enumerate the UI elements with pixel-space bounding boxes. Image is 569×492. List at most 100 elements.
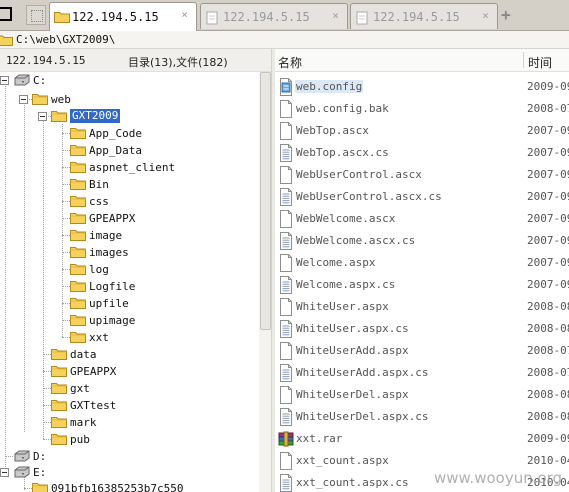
scrollbar-thumb[interactable] (260, 72, 271, 330)
tree-item-label: E: (33, 466, 47, 479)
collapse-toggle[interactable] (0, 468, 9, 477)
file-time: 2008-08 (527, 322, 569, 335)
tree-folder-item[interactable]: aspnet_client (0, 159, 259, 175)
file-row[interactable]: WebUserControl.ascx.cs 2007-09 (275, 185, 569, 207)
file-time: 2008-07 (527, 102, 569, 115)
drive-icon (14, 466, 30, 478)
tree-folder-item[interactable]: App_Data (0, 142, 259, 158)
file-row[interactable]: xxt.rar 2009-09 (275, 427, 569, 449)
collapse-toggle[interactable] (19, 95, 28, 104)
tab-label: 122.194.5.15 (72, 10, 159, 24)
file-name: xxt.rar (296, 432, 343, 445)
tree-folder-item[interactable]: image (0, 227, 259, 243)
tree-drive-item[interactable]: C: (0, 72, 259, 88)
folder-icon (54, 12, 70, 23)
tree-folder-item[interactable]: data (0, 346, 259, 362)
tree-item-label: log (89, 263, 109, 276)
folder-tree: C: web GXT2009 App_Code App_Data aspnet_clien… (0, 72, 259, 492)
column-divider[interactable] (523, 52, 524, 68)
blank-file-icon (280, 342, 292, 360)
text-file-icon (280, 408, 292, 426)
tree-folder-item[interactable]: images (0, 244, 259, 260)
tree-item-label: css (89, 195, 109, 208)
folder-icon (0, 35, 13, 46)
tree-folder-item[interactable]: GPEAPPX (0, 363, 259, 379)
file-row[interactable]: WebUserControl.ascx 2007-09 (275, 163, 569, 185)
tree-folder-item[interactable]: css (0, 193, 259, 209)
file-row[interactable]: web.config 2009-09 (275, 75, 569, 97)
file-time: 2007-09 (527, 168, 569, 181)
file-name: WebUserControl.ascx.cs (296, 190, 442, 203)
current-path[interactable]: C:\web\GXT2009\ (16, 33, 115, 46)
tree-item-label: GPEAPPX (89, 212, 136, 225)
file-row[interactable]: WhiteUserAdd.aspx.cs 2008-07 (275, 361, 569, 383)
tab-1[interactable]: 122.194.5.15 × (49, 2, 197, 31)
file-name: Welcome.aspx.cs (296, 278, 396, 291)
file-row[interactable]: WebTop.ascx 2007-09 (275, 119, 569, 141)
file-time: 2007-09 (527, 124, 569, 137)
file-time: 2007-09 (527, 234, 569, 247)
tree-folder-item[interactable]: Bin (0, 176, 259, 192)
file-row[interactable]: WebTop.ascx.cs 2007-09 (275, 141, 569, 163)
file-row[interactable]: Welcome.aspx 2007-09 (275, 251, 569, 273)
file-name: web.config.bak (296, 102, 389, 115)
tab-3[interactable]: 122.194.5.15 × (350, 3, 498, 29)
file-time: 2008-07 (527, 366, 569, 379)
file-time: 2007-09 (527, 278, 569, 291)
tree-folder-item[interactable]: GPEAPPX (0, 210, 259, 226)
folder-icon (32, 94, 48, 105)
tree-folder-item[interactable]: web (0, 91, 259, 107)
file-list: web.config 2009-09 web.config.bak 2008-07 We… (275, 75, 569, 492)
back-nav-button[interactable] (0, 7, 12, 21)
tree-folder-item[interactable]: pub (0, 431, 259, 447)
file-row[interactable]: WhiteUser.aspx.cs 2008-08 (275, 317, 569, 339)
tree-item-label: App_Data (89, 144, 142, 157)
folder-icon (70, 298, 86, 309)
tab-close-icon[interactable]: × (179, 9, 190, 20)
tree-scrollbar[interactable] (259, 72, 271, 492)
tree-folder-item[interactable]: GXT2009 (0, 108, 259, 124)
column-header-time[interactable]: 时间 (528, 54, 552, 71)
tree-folder-item[interactable]: App_Code (0, 125, 259, 141)
tree-drive-item[interactable]: E: (0, 464, 259, 480)
file-row[interactable]: WhiteUserAdd.aspx 2008-07 (275, 339, 569, 361)
file-row[interactable]: xxt_count.aspx 2010-04 (275, 449, 569, 471)
tree-folder-item[interactable]: mark (0, 414, 259, 430)
new-tab-button[interactable]: + (501, 7, 511, 23)
tree-folder-item[interactable]: upfile (0, 295, 259, 311)
tree-drive-item[interactable]: D: (0, 448, 259, 464)
tab-2[interactable]: 122.194.5.15 × (200, 3, 348, 29)
file-time: 2008-08 (527, 410, 569, 423)
file-row[interactable]: WhiteUserDel.aspx.cs 2008-08 (275, 405, 569, 427)
tab-list-button[interactable] (26, 5, 46, 25)
tree-item-label: Logfile (89, 280, 136, 293)
tree-item-label: App_Code (89, 127, 142, 140)
tree-folder-item[interactable]: gxt (0, 380, 259, 396)
file-row[interactable]: web.config.bak 2008-07 (275, 97, 569, 119)
tab-close-icon[interactable]: × (330, 10, 341, 21)
tree-item-label: Bin (89, 178, 109, 191)
tab-close-icon[interactable]: × (480, 10, 491, 21)
path-bar: C:\web\GXT2009\ (0, 31, 569, 49)
file-row[interactable]: WhiteUser.aspx 2008-08 (275, 295, 569, 317)
tree-folder-item[interactable]: 091bfb16385253b7c550 (0, 480, 259, 492)
tree-folder-item[interactable]: GXTtest (0, 397, 259, 413)
folder-icon (51, 434, 67, 445)
folder-icon (51, 400, 67, 411)
tree-folder-item[interactable]: xxt (0, 329, 259, 345)
tab-bar: 122.194.5.15 × 122.194.5.15 × 122.194.5.… (0, 0, 569, 31)
folder-icon (51, 111, 67, 122)
file-row[interactable]: Welcome.aspx.cs 2007-09 (275, 273, 569, 295)
blank-file-icon (280, 210, 292, 228)
file-row[interactable]: WhiteUserDel.aspx 2008-08 (275, 383, 569, 405)
tree-folder-item[interactable]: upimage (0, 312, 259, 328)
file-name: WebUserControl.ascx (296, 168, 422, 181)
collapse-toggle[interactable] (38, 112, 47, 121)
collapse-toggle[interactable] (0, 76, 9, 85)
file-row[interactable]: WebWelcome.ascx.cs 2007-09 (275, 229, 569, 251)
tree-folder-item[interactable]: log (0, 261, 259, 277)
column-header-name[interactable]: 名称 (278, 54, 302, 71)
tree-folder-item[interactable]: Logfile (0, 278, 259, 294)
file-row[interactable]: WebWelcome.ascx 2007-09 (275, 207, 569, 229)
tree-item-label: upfile (89, 297, 129, 310)
